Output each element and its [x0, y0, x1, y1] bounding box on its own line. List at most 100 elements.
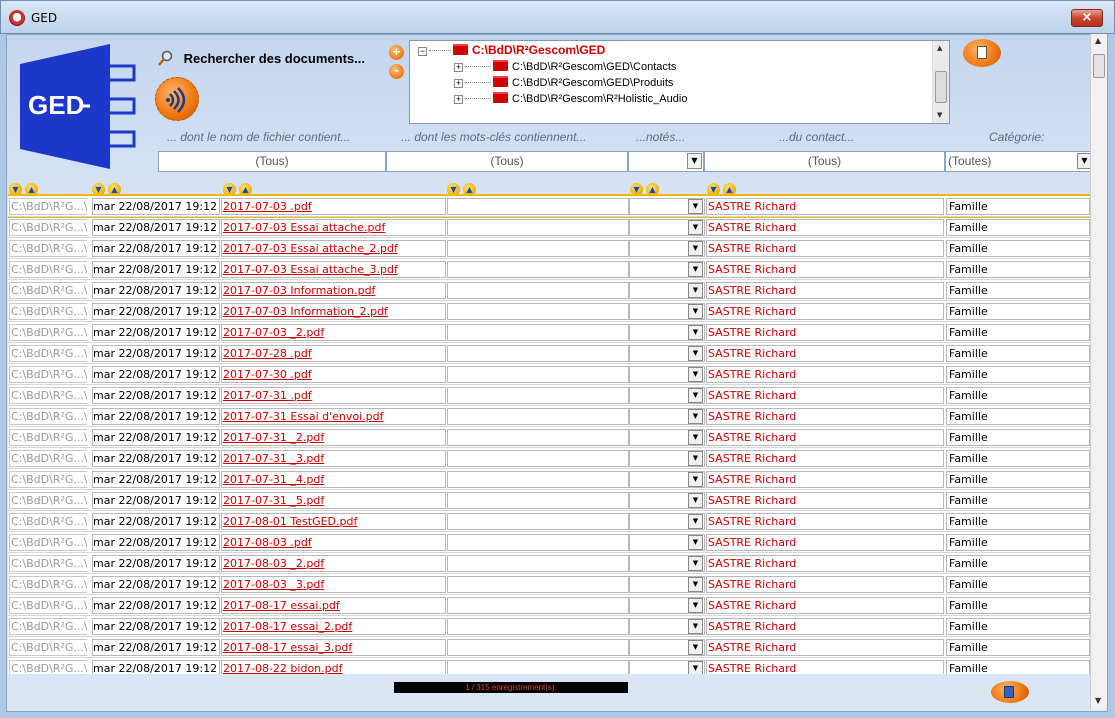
- expand-node-icon[interactable]: +: [454, 63, 463, 72]
- path-cell[interactable]: C:\BdD\R²G...\: [9, 513, 87, 530]
- path-cell[interactable]: C:\BdD\R²G...\: [9, 408, 87, 425]
- table-row[interactable]: C:\BdD\R²G...\ mar 22/08/2017 19:12 2017-0…: [8, 532, 1090, 553]
- note-cell[interactable]: ▼: [629, 219, 705, 236]
- contact-cell[interactable]: SASTRE Richard: [706, 219, 944, 236]
- chevron-down-icon[interactable]: ▼: [688, 304, 703, 319]
- date-cell[interactable]: mar 22/08/2017 19:12: [92, 282, 220, 299]
- contact-cell[interactable]: SASTRE Richard: [706, 198, 944, 215]
- filename-link[interactable]: 2017-07-03 Information_2.pdf: [221, 303, 446, 320]
- table-row[interactable]: C:\BdD\R²G...\ mar 22/08/2017 19:12 2017-0…: [8, 637, 1090, 658]
- category-filter-select[interactable]: (Toutes): [945, 151, 1091, 172]
- keywords-cell[interactable]: [447, 450, 629, 467]
- chevron-down-icon[interactable]: ▼: [688, 388, 703, 403]
- window-scrollbar[interactable]: ▲ ▼: [1090, 34, 1107, 710]
- filename-filter-input[interactable]: (Tous): [158, 151, 386, 172]
- table-row[interactable]: C:\BdD\R²G...\ mar 22/08/2017 19:12 2017-0…: [8, 595, 1090, 616]
- keywords-cell[interactable]: [447, 282, 629, 299]
- note-cell[interactable]: ▼: [629, 576, 705, 593]
- keywords-cell[interactable]: [447, 660, 629, 674]
- contact-cell[interactable]: SASTRE Richard: [706, 345, 944, 362]
- date-cell[interactable]: mar 22/08/2017 19:12: [92, 387, 220, 404]
- note-cell[interactable]: ▼: [629, 471, 705, 488]
- filename-link[interactable]: 2017-08-03 .pdf: [221, 534, 446, 551]
- table-row[interactable]: C:\BdD\R²G...\ mar 22/08/2017 19:12 2017-0…: [8, 301, 1090, 322]
- date-cell[interactable]: mar 22/08/2017 19:12: [92, 471, 220, 488]
- date-cell[interactable]: mar 22/08/2017 19:12: [92, 408, 220, 425]
- filename-link[interactable]: 2017-08-17 essai_3.pdf: [221, 639, 446, 656]
- contact-cell[interactable]: SASTRE Richard: [706, 513, 944, 530]
- chevron-down-icon[interactable]: ▼: [688, 199, 703, 214]
- contact-cell[interactable]: SASTRE Richard: [706, 492, 944, 509]
- chevron-down-icon[interactable]: ▼: [687, 153, 702, 169]
- chevron-down-icon[interactable]: ▼: [688, 283, 703, 298]
- note-cell[interactable]: ▼: [629, 429, 705, 446]
- keywords-cell[interactable]: [447, 240, 629, 257]
- note-cell[interactable]: ▼: [629, 282, 705, 299]
- table-row[interactable]: C:\BdD\R²G...\ mar 22/08/2017 19:12 2017-0…: [8, 427, 1090, 448]
- filename-link[interactable]: 2017-07-28 .pdf: [221, 345, 446, 362]
- note-cell[interactable]: ▼: [629, 408, 705, 425]
- keywords-cell[interactable]: [447, 471, 629, 488]
- category-cell[interactable]: Famille: [946, 555, 1090, 572]
- table-row[interactable]: C:\BdD\R²G...\ mar 22/08/2017 19:12 2017-0…: [8, 196, 1090, 218]
- keywords-cell[interactable]: [447, 324, 629, 341]
- contact-cell[interactable]: SASTRE Richard: [706, 639, 944, 656]
- note-cell[interactable]: ▼: [629, 513, 705, 530]
- keywords-cell[interactable]: [447, 429, 629, 446]
- contact-cell[interactable]: SASTRE Richard: [706, 429, 944, 446]
- path-cell[interactable]: C:\BdD\R²G...\: [9, 618, 87, 635]
- filename-link[interactable]: 2017-08-03 _2.pdf: [221, 555, 446, 572]
- collapse-node-icon[interactable]: −: [418, 47, 427, 56]
- table-row[interactable]: C:\BdD\R²G...\ mar 22/08/2017 19:12 2017-0…: [8, 364, 1090, 385]
- scroll-up-icon[interactable]: ▲: [937, 44, 942, 52]
- expand-all-button[interactable]: +: [389, 45, 404, 60]
- filename-link[interactable]: 2017-07-31 _2.pdf: [221, 429, 446, 446]
- keywords-cell[interactable]: [447, 366, 629, 383]
- chevron-down-icon[interactable]: ▼: [688, 262, 703, 277]
- chevron-down-icon[interactable]: ▼: [688, 430, 703, 445]
- path-cell[interactable]: C:\BdD\R²G...\: [9, 303, 87, 320]
- chevron-down-icon[interactable]: ▼: [688, 514, 703, 529]
- filename-link[interactable]: 2017-07-30 .pdf: [221, 366, 446, 383]
- filename-link[interactable]: 2017-08-17 essai_2.pdf: [221, 618, 446, 635]
- chevron-down-icon[interactable]: ▼: [688, 577, 703, 592]
- category-cell[interactable]: Famille: [946, 387, 1090, 404]
- note-cell[interactable]: ▼: [629, 345, 705, 362]
- note-cell[interactable]: ▼: [629, 303, 705, 320]
- contact-cell[interactable]: SASTRE Richard: [706, 324, 944, 341]
- filename-link[interactable]: 2017-07-03 _2.pdf: [221, 324, 446, 341]
- category-cell[interactable]: Famille: [946, 408, 1090, 425]
- expand-node-icon[interactable]: +: [454, 79, 463, 88]
- table-row[interactable]: C:\BdD\R²G...\ mar 22/08/2017 19:12 2017-0…: [8, 259, 1090, 280]
- date-cell[interactable]: mar 22/08/2017 19:12: [92, 555, 220, 572]
- category-cell[interactable]: Famille: [946, 366, 1090, 383]
- category-cell[interactable]: Famille: [946, 660, 1090, 674]
- path-cell[interactable]: C:\BdD\R²G...\: [9, 639, 87, 656]
- documents-table[interactable]: C:\BdD\R²G...\ mar 22/08/2017 19:12 2017-0…: [8, 194, 1090, 674]
- note-cell[interactable]: ▼: [629, 198, 705, 215]
- note-cell[interactable]: ▼: [629, 324, 705, 341]
- tree-node-contacts[interactable]: + C:\BdD\R²Gescom\GED\Contacts: [454, 60, 676, 76]
- contact-cell[interactable]: SASTRE Richard: [706, 303, 944, 320]
- path-cell[interactable]: C:\BdD\R²G...\: [9, 324, 87, 341]
- audio-button[interactable]: [155, 77, 199, 121]
- note-cell[interactable]: ▼: [629, 450, 705, 467]
- category-cell[interactable]: Famille: [946, 198, 1090, 215]
- folder-tree[interactable]: − C:\BdD\R²Gescom\GED + C:\BdD\R²Gescom\GE…: [409, 40, 950, 124]
- path-cell[interactable]: C:\BdD\R²G...\: [9, 429, 87, 446]
- table-row[interactable]: C:\BdD\R²G...\ mar 22/08/2017 19:12 2017-0…: [8, 616, 1090, 637]
- keywords-cell[interactable]: [447, 303, 629, 320]
- chevron-down-icon[interactable]: ▼: [688, 220, 703, 235]
- keywords-cell[interactable]: [447, 576, 629, 593]
- contact-cell[interactable]: SASTRE Richard: [706, 660, 944, 674]
- path-cell[interactable]: C:\BdD\R²G...\: [9, 534, 87, 551]
- note-cell[interactable]: ▼: [629, 555, 705, 572]
- category-cell[interactable]: Famille: [946, 513, 1090, 530]
- date-cell[interactable]: mar 22/08/2017 19:12: [92, 324, 220, 341]
- keywords-cell[interactable]: [447, 639, 629, 656]
- chevron-down-icon[interactable]: ▼: [688, 493, 703, 508]
- keywords-cell[interactable]: [447, 219, 629, 236]
- contact-cell[interactable]: SASTRE Richard: [706, 366, 944, 383]
- filename-link[interactable]: 2017-07-31 .pdf: [221, 387, 446, 404]
- filename-link[interactable]: 2017-07-31 _5.pdf: [221, 492, 446, 509]
